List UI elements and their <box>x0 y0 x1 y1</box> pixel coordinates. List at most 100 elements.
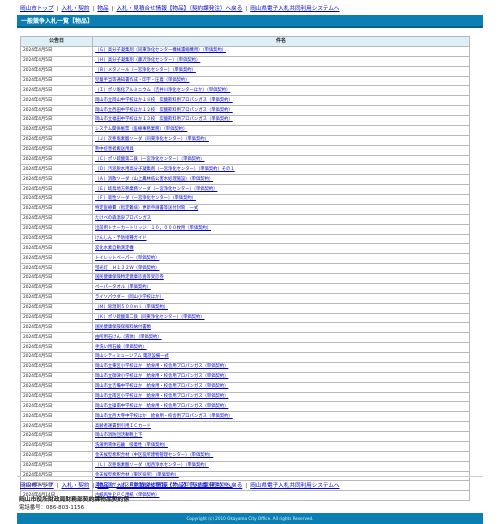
item-link[interactable]: システム関係帳票（医療事務業務）（単価契約） <box>95 127 187 132</box>
item-link[interactable]: （Ｊ）次亜塩素酸ソーダ（同東浄化センター）（単価契約） <box>95 137 209 142</box>
column-header-item: 件名 <box>92 36 470 47</box>
notice-date: 2024年4月5日 <box>20 401 93 413</box>
nav-link-back-to-bid-info[interactable]: 入札・見積合せ情報【物品】（契約課発注）へ戻る <box>116 6 242 12</box>
item-link[interactable]: （Ａ）消散ソーダ（山上農林低公害水処理施設）（単価契約） <box>95 177 213 182</box>
item-link[interactable]: 岡山市立東区小学校ほか 給食用・校舎用プロパンガス（単価契約） <box>95 364 228 369</box>
nav-link-bid-contract[interactable]: 入札・契約 <box>61 6 89 12</box>
table-row: 2024年4月5日 岡山市消防団活動靴上下 <box>20 431 470 442</box>
notice-date: 2024年4月5日 <box>20 282 93 294</box>
table-header-row: 公告日 件名 <box>20 36 470 47</box>
item-link[interactable]: 岡山市立福田中学校ほか１３校 炭酸飲料用プロパンガス（単価契約） <box>95 117 233 122</box>
nav-link-e-bidding-system[interactable]: 岡山県電子入札共同利用システムへ <box>250 483 339 489</box>
item-link[interactable]: 手洗い用石鹸（単価契約） <box>95 345 147 350</box>
table-row: 2024年4月5日 岡山市立御津小学校ほか 給食用・校舎用プロパンガス（単価契約） <box>20 371 470 383</box>
table-row: 2024年4月5日 児童手当等通知書作成・印字・圧着（単価契約） <box>20 75 470 87</box>
nav-link-goods[interactable]: 物品 <box>97 6 108 12</box>
item-cell: （Ｍ）除湿剤５００ｍｌ（単価契約） <box>92 302 470 314</box>
item-link[interactable]: 特定医療費（指定難病）更新申請書等送付封筒 一式 <box>95 206 198 211</box>
notice-date: 2024年4月5日 <box>20 124 93 136</box>
item-link[interactable]: 岡山市立西大寺中学校ほか 給食用・校舎用プロパンガス（単価契約） <box>95 414 233 419</box>
table-row: 2024年4月5日 洗濯用液体石鹸 吸着性（単価契約） <box>20 440 470 452</box>
item-link[interactable]: （Ｍ）除湿剤５００ｍｌ（単価契約） <box>95 305 168 310</box>
item-link[interactable]: 国民健康保険保険料納付書類 <box>95 325 151 330</box>
phone-number: 電話番号：086-803-1156 <box>19 505 85 511</box>
notice-date: 2024年4月5日 <box>20 312 93 324</box>
nav-link-okayama-top[interactable]: 岡山市トップ <box>20 483 54 489</box>
item-link[interactable]: 岡山シティミュージアム 電話設備一式 <box>95 354 169 359</box>
item-cell: 岡山市消防団活動靴上下 <box>92 431 470 442</box>
table-row: 2024年4月5日 岡山市立岡山中学校ほか１８校 炭酸飲料用プロパンガス（単価契約… <box>20 95 470 107</box>
department-name: 岡山市役所財政局財務部契約課物品契約係 <box>19 497 130 503</box>
item-cell: 岡山市立東区小学校ほか 給食用・校舎用プロパンガス（単価契約） <box>92 361 470 373</box>
item-link[interactable]: 出前用トナーカートリッジ １０，０００枚用（単価契約） <box>95 226 211 231</box>
notice-date: 2024年4月5日 <box>20 381 93 393</box>
item-link[interactable]: 岡山市立操南中学校ほか 給食用・校舎用プロパンガス（単価契約） <box>95 404 228 409</box>
nav-link-e-bidding-system[interactable]: 岡山県電子入札共同利用システムへ <box>250 6 339 12</box>
item-cell: （Ｆ）吸性ソーダ（一宮浄化センター）（単価契約） <box>92 194 470 205</box>
item-link[interactable]: 岡山市立岡山中学校ほか１８校 炭酸飲料用プロパンガス（単価契約） <box>95 98 233 103</box>
item-link[interactable]: （Ｄ）汚泥脱水用高分子凝集剤（一宮浄化センター）（単価契約）その１ <box>95 167 235 172</box>
item-link[interactable]: （Ｉ）ポリ塩化アルミニウム（吉井川浄化センターほか）（単価契約） <box>95 88 230 93</box>
item-link[interactable]: ペーパータオル（単価契約） <box>95 285 151 290</box>
notice-date: 2024年4月5日 <box>20 213 93 225</box>
table-row: 2024年4月5日 岡山シティミュージアム 電話設備一式 <box>20 352 470 363</box>
item-link[interactable]: （Ｂ）メタノール（一宮浄化センター）（単価契約） <box>95 68 196 73</box>
table-row: 2024年4月5日 （Ｌ）次亜塩素酸ソーダ（旭西浄水センター）（単価契約） <box>20 460 470 472</box>
nav-link-goods[interactable]: 物品 <box>97 483 108 489</box>
notice-date: 2024年4月5日 <box>20 342 93 353</box>
table-row: 2024年4月5日 岡山市立西大寺中学校ほか 給食用・校舎用プロパンガス（単価契約… <box>20 411 470 423</box>
item-link[interactable]: （Ｋ）ポリ硫酸第二鉄（同東浄化センター）（単価契約） <box>95 315 205 320</box>
nav-link-okayama-top[interactable]: 岡山市トップ <box>20 6 54 12</box>
item-link[interactable]: 金天候型希釈合材（中区役所建物管理センター）（単価契約） <box>95 453 213 458</box>
item-link[interactable]: たけべの森温泉プロパンガス <box>95 216 151 221</box>
item-cell: 国民健康保険特定健康診査等受診券 <box>92 273 470 284</box>
item-link[interactable]: （Ｌ）次亜塩素酸ソーダ（旭西浄水センター）（単価契約） <box>95 463 209 468</box>
notice-date: 2024年4月5日 <box>20 361 93 373</box>
item-link[interactable]: 国民健康保険特定健康診査等受診券 <box>95 275 164 280</box>
item-link[interactable]: 岡山市立御津小学校ほか 給食用・校舎用プロパンガス（単価契約） <box>95 374 228 379</box>
notice-date: 2024年4月5日 <box>20 292 93 304</box>
item-cell: 岡山市立吉備中学校ほか 給食用・校舎用プロパンガス（単価契約） <box>92 381 470 393</box>
item-link[interactable]: （Ｆ）吸性ソーダ（一宮浄化センター）（単価契約） <box>95 196 196 201</box>
item-link[interactable]: （Ｈ）高分子凝集剤（藤沢浄化センター）（単価契約） <box>95 58 200 63</box>
item-link[interactable]: 岡山市立南区小学校ほか 給食用・校舎用プロパンガス（単価契約） <box>95 394 228 399</box>
item-cell: たけべの森温泉プロパンガス <box>92 213 470 225</box>
item-link[interactable]: （Ｇ）高分子凝集剤（同東浄化センター機械濃縮機用）（単価契約） <box>95 48 226 53</box>
item-cell: （Ｋ）ポリ硫酸第二鉄（同東浄化センター）（単価契約） <box>92 312 470 324</box>
item-link[interactable]: （Ｃ）ポリ硫酸第二鉄（一宮浄化センター）（単価契約） <box>95 157 205 162</box>
item-link[interactable]: けんしん・予防接種ガイド <box>95 236 147 241</box>
item-link[interactable]: 児童手当等通知書作成・印字・圧着（単価契約） <box>95 78 190 83</box>
table-row: 2024年4月5日 けんしん・予防接種ガイド <box>20 233 470 245</box>
item-cell: （Ｄ）汚泥脱水用高分子凝集剤（一宮浄化センター）（単価契約）その１ <box>92 164 470 176</box>
notice-date: 2024年4月5日 <box>20 322 93 334</box>
item-link[interactable]: 高齢者運賃割引用ＩＣカード <box>95 424 151 429</box>
notice-date: 2024年4月5日 <box>20 273 93 284</box>
notice-date: 2024年4月5日 <box>20 332 93 344</box>
item-link[interactable]: 炭化水素自動測定機 <box>95 246 134 251</box>
notice-date: 2024年4月5日 <box>20 55 93 67</box>
table-row: 2024年4月5日 （Ｄ）汚泥脱水用高分子凝集剤（一宮浄化センター）（単価契約）そ… <box>20 164 470 176</box>
notice-date: 2024年4月5日 <box>20 75 93 87</box>
item-cell: （Ａ）消散ソーダ（山上農林低公害水処理施設）（単価契約） <box>92 174 470 186</box>
item-link[interactable]: ライソパウダー（岡山小学校ほか） <box>95 295 164 300</box>
nav-link-back-to-bid-info[interactable]: 入札・見積合せ情報【物品】（契約課発注）へ戻る <box>116 483 242 489</box>
item-cell: ライソパウダー（岡山小学校ほか） <box>92 292 470 304</box>
item-link[interactable]: 洗濯用液体石鹸 吸着性（単価契約） <box>95 443 168 448</box>
item-cell: 国民健康保険保険料納付書類 <box>92 322 470 334</box>
notice-date: 2024年4月5日 <box>20 233 93 245</box>
notice-date: 2024年4月5日 <box>20 174 93 186</box>
item-cell: （Ｌ）次亜塩素酸ソーダ（旭西浄水センター）（単価契約） <box>92 460 470 472</box>
item-link[interactable]: トイレットペーパー（単価契約） <box>95 256 159 261</box>
item-link[interactable]: 岡山市立吉備中学校ほか 給食用・校舎用プロパンガス（単価契約） <box>95 384 228 389</box>
nav-separator: | <box>245 483 248 489</box>
item-cell: 蛍光灯 Ｈ１３２Ｗ（単価契約） <box>92 263 470 274</box>
item-link[interactable]: 岡山市立西田中学校ほか１２校 炭酸飲料用プロパンガス（単価契約） <box>95 108 233 113</box>
item-link[interactable]: 由所用石けん（液体）（単価契約） <box>95 335 162 340</box>
item-link[interactable]: 熟中症患者搬送用具 <box>95 147 134 152</box>
item-cell: 手洗い用石鹸（単価契約） <box>92 342 470 353</box>
item-link[interactable]: （Ｅ）岐鳥地方熱業務ソーダ（一宮浄化センター）（単価契約） <box>95 187 217 192</box>
item-link[interactable]: 蛍光灯 Ｈ１３２Ｗ（単価契約） <box>95 266 159 271</box>
item-link[interactable]: 岡山市消防団活動靴上下 <box>95 433 142 438</box>
nav-link-bid-contract[interactable]: 入札・契約 <box>61 483 89 489</box>
item-cell: けんしん・予防接種ガイド <box>92 233 470 245</box>
